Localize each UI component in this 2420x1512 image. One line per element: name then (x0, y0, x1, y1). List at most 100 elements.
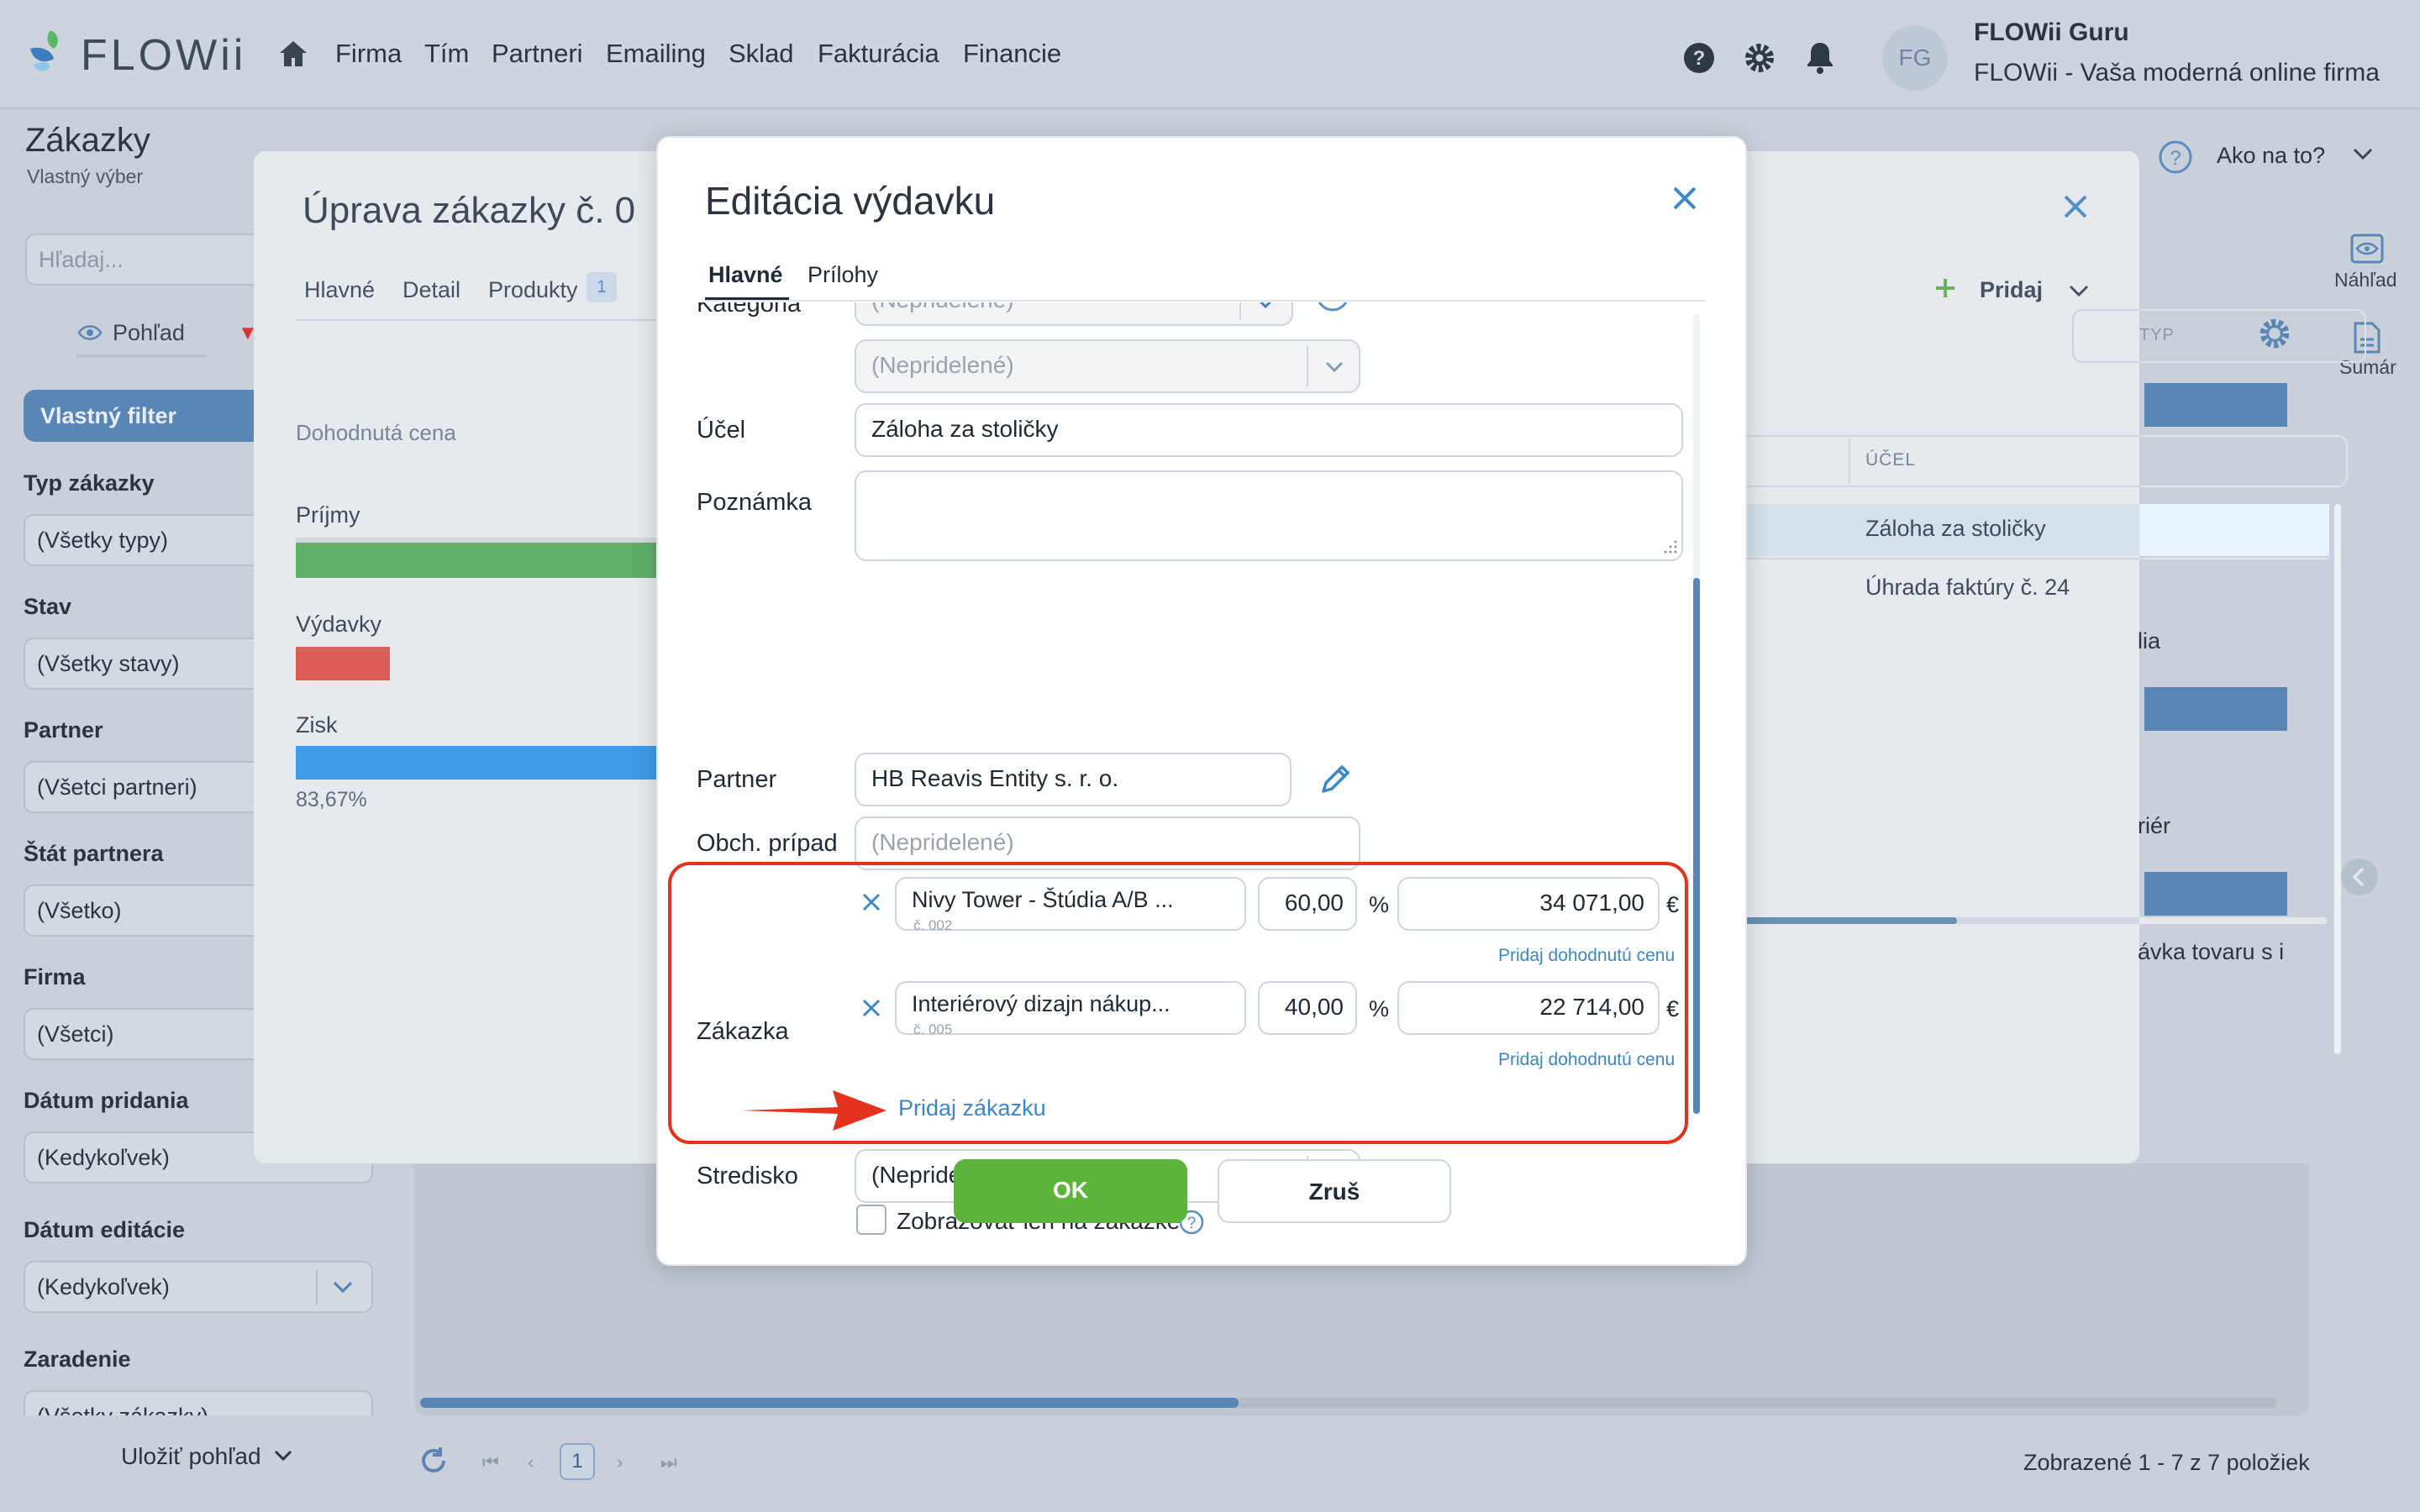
grid-settings-icon[interactable] (2257, 316, 2292, 351)
svg-text:?: ? (1187, 1215, 1197, 1232)
show-only-checkbox[interactable] (856, 1205, 886, 1235)
settings-gear-icon[interactable] (1743, 41, 1776, 75)
selected-row-stripe (2144, 872, 2287, 916)
filter-company-select[interactable]: (Všetci) (24, 1008, 276, 1060)
partner-label: Partner (697, 766, 777, 793)
bell-icon[interactable] (1805, 39, 1835, 75)
sidebar-search-input[interactable]: Hľadaj... (25, 234, 277, 286)
filter-type-select[interactable]: (Všetky typy) (24, 514, 276, 566)
purpose-input[interactable]: Záloha za stoličky (855, 403, 1683, 457)
filter-label-partner: Partner (24, 717, 103, 743)
pencil-icon[interactable] (1318, 763, 1352, 796)
help-circle-icon[interactable]: ? (2158, 139, 2193, 175)
chevron-down-icon[interactable] (333, 1280, 353, 1294)
order-percent-input[interactable]: 40,00 (1258, 981, 1357, 1035)
nav-tim[interactable]: Tím (424, 39, 469, 69)
add-agreed-price-link[interactable]: Pridaj dohodnutú cenu (1498, 1050, 1675, 1070)
view-tab[interactable]: Pohľad (113, 320, 185, 346)
current-page[interactable]: 1 (560, 1443, 595, 1480)
view-tab-underline (76, 354, 206, 358)
purpose-label: Účel (697, 417, 746, 444)
tab-attachments[interactable]: Prílohy (808, 262, 878, 288)
subcategory-select[interactable]: (Nepridelené) (855, 339, 1360, 393)
eye-icon (77, 325, 103, 340)
close-icon[interactable] (1671, 185, 1698, 212)
page-title: Zákazky (25, 122, 150, 159)
flowii-logo-icon (30, 30, 58, 71)
remove-order-icon[interactable] (861, 998, 881, 1018)
filter-status-select[interactable]: (Všetky stavy) (24, 638, 276, 690)
background-text-fragment: ávka tovaru s i (2138, 939, 2285, 964)
chevron-down-icon[interactable] (1256, 302, 1275, 309)
filter-classification-select[interactable]: (Všetky zákazky) (24, 1390, 373, 1415)
last-page-icon[interactable]: ⏭ (660, 1452, 677, 1473)
select-divider (1239, 302, 1241, 319)
preview-label[interactable]: Náhľad (2334, 269, 2396, 291)
nav-sklad[interactable]: Sklad (729, 39, 794, 69)
logo-text[interactable]: FLOWii (81, 30, 246, 81)
partner-input[interactable]: HB Reavis Entity s. r. o. (855, 753, 1292, 806)
currency-sign: € (1666, 892, 1680, 917)
user-name: FLOWii Guru (1974, 18, 2129, 46)
filter-label-status: Stav (24, 594, 72, 619)
horizontal-scrollbar-thumb[interactable] (420, 1398, 1239, 1408)
filter-label-date-added: Dátum pridania (24, 1088, 189, 1113)
note-label: Poznámka (697, 489, 813, 516)
refresh-icon[interactable] (418, 1445, 450, 1477)
percent-sign: % (1369, 996, 1390, 1021)
remove-order-icon[interactable] (861, 892, 881, 912)
center-label: Stredisko (697, 1163, 798, 1189)
nav-partneri[interactable]: Partneri (492, 39, 583, 69)
top-bar: FLOWii Firma Tím Partneri Emailing Sklad… (0, 0, 2420, 109)
how-to-link[interactable]: Ako na to? (2217, 143, 2325, 169)
filter-country-select[interactable]: (Všetko) (24, 885, 276, 937)
page-subtitle: Vlastný výber (27, 165, 144, 187)
pager-summary: Zobrazené 1 - 7 z 7 položiek (2023, 1450, 2310, 1475)
order-code: č. 002 (913, 917, 953, 933)
filter-icon[interactable]: ▼ (238, 322, 258, 344)
filter-label-date-edited: Dátum editácie (24, 1217, 186, 1242)
add-order-link[interactable]: Pridaj zákazku (898, 1095, 1046, 1121)
info-icon[interactable] (1315, 302, 1350, 312)
save-view-button[interactable]: Uložiť pohľad (121, 1443, 261, 1470)
preview-icon[interactable] (2350, 234, 2384, 264)
edit-expense-dialog: Editácia výdavku Hlavné Prílohy Kategóri… (656, 136, 1747, 1266)
filter-partner-select[interactable]: (Všetci partneri) (24, 761, 276, 813)
nav-firma[interactable]: Firma (335, 39, 402, 69)
order-percent-input[interactable]: 60,00 (1258, 877, 1357, 931)
deal-label: Obch. prípad (697, 830, 838, 857)
dialog-scrollbar-thumb[interactable] (1693, 578, 1700, 1114)
add-agreed-price-link[interactable]: Pridaj dohodnutú cenu (1498, 946, 1675, 966)
nav-emailing[interactable]: Emailing (606, 39, 706, 69)
nav-fakturacia[interactable]: Fakturácia (818, 39, 939, 69)
nav-financie[interactable]: Financie (963, 39, 1061, 69)
chevron-down-icon[interactable] (2353, 147, 2373, 160)
next-page-icon[interactable]: › (617, 1452, 623, 1473)
order-amount-input[interactable]: 34 071,00 (1397, 877, 1660, 931)
background-text-fragment: riér (2138, 813, 2170, 838)
note-textarea[interactable] (855, 470, 1683, 561)
home-icon[interactable] (277, 39, 309, 69)
first-page-icon[interactable]: ⏮ (482, 1452, 499, 1473)
prev-page-icon[interactable]: ‹ (528, 1452, 534, 1473)
chevron-left-icon[interactable] (2339, 857, 2380, 897)
category-select[interactable]: (Nepridelené) (855, 302, 1293, 326)
order-label: Zákazka (697, 1018, 789, 1045)
dialog-scroll-content: Kategória (Nepridelené) (Nepridelené) Úč… (658, 302, 1749, 1243)
tabs-divider (705, 300, 1705, 302)
order-amount-input[interactable]: 22 714,00 (1397, 981, 1660, 1035)
resize-handle-icon[interactable] (1663, 539, 1678, 554)
filter-date-edited-select[interactable]: (Kedykoľvek) (24, 1261, 373, 1313)
currency-sign: € (1666, 996, 1680, 1021)
tab-main[interactable]: Hlavné (708, 262, 783, 288)
user-avatar[interactable]: FG (1882, 25, 1948, 91)
chevron-down-icon[interactable] (1325, 361, 1344, 373)
custom-filter-button[interactable]: Vlastný filter (24, 390, 276, 442)
ok-button[interactable]: OK (954, 1159, 1187, 1223)
vertical-scrollbar[interactable] (2334, 504, 2341, 1054)
help-icon[interactable]: ? (1682, 41, 1716, 75)
chevron-down-icon[interactable] (274, 1450, 292, 1462)
cancel-button[interactable]: Zruš (1218, 1159, 1451, 1223)
order-code: č. 005 (913, 1021, 953, 1037)
category-label: Kategória (697, 302, 802, 318)
